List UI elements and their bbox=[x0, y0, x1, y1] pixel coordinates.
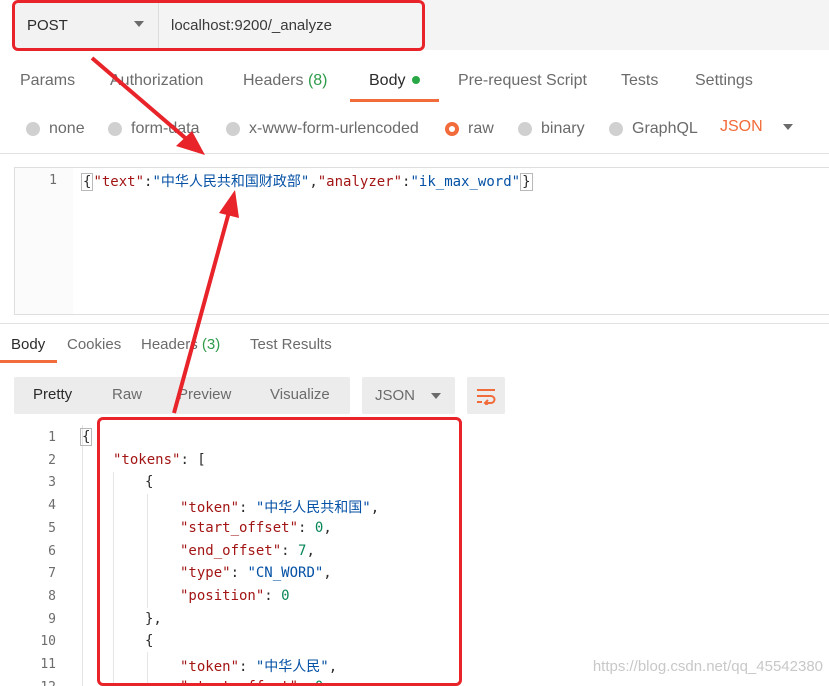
annotation-arrows bbox=[90, 56, 239, 414]
arrow-line-request bbox=[90, 56, 192, 144]
arrow-line-response bbox=[172, 211, 231, 414]
arrow-head-response bbox=[219, 190, 239, 218]
watermark-text: https://blog.csdn.net/qq_45542380 bbox=[592, 658, 823, 675]
